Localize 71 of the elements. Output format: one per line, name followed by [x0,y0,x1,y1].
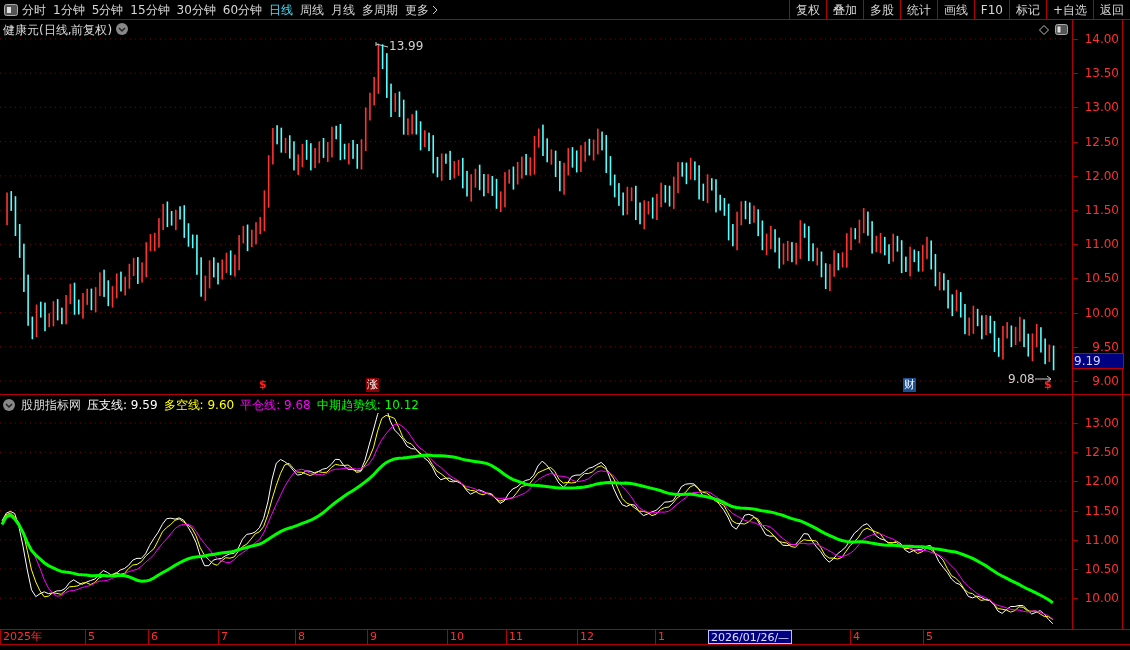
indicator-value: 平仓线: 9.68 [240,397,311,414]
axis-label: 10.50 [1084,562,1119,576]
panel-toggle-icon[interactable] [4,3,18,16]
toolbar-button[interactable]: 统计 [899,0,937,19]
period-tab[interactable]: 60分钟 [222,0,263,19]
price-tag: 9.19 [1072,353,1124,369]
period-tab[interactable]: 30分钟 [176,0,216,19]
marker: $ [1044,378,1052,392]
date-label: 6 [148,630,158,644]
axis-label: 14.00 [1084,32,1119,46]
toolbar-button[interactable]: +自选 [1045,0,1093,19]
indicator-value: 多空线: 9.60 [163,397,235,414]
date-label: 2026/01/26/— [708,630,793,644]
marker: 财 [903,378,916,392]
panel-toggle-icon[interactable] [1055,24,1068,35]
date-label: 5 [85,630,95,644]
date-label: 5 [923,630,933,644]
period-tab[interactable]: 15分钟 [130,0,170,19]
axis-label: 12.00 [1084,168,1119,183]
chart-title: 健康元(日线,前复权) [3,22,113,39]
toolbar-button[interactable]: 画线 [936,0,974,19]
dropdown-icon[interactable] [116,23,128,35]
period-tab[interactable]: 月线 [331,0,356,19]
axis-label: 11.50 [1084,503,1119,518]
period-tab[interactable]: 分时 [22,0,46,19]
date-label: 10 [447,630,464,644]
date-label: 12 [577,630,594,644]
chevron-icon [432,4,439,15]
indicator-value: 压支线: 9.59 [87,397,158,414]
date-label: 7 [218,630,228,644]
marker: $ [259,378,267,392]
toolbar-button[interactable]: F10 [973,0,1009,19]
date-label: 8 [295,630,305,644]
axis-label: 9.00 [1092,374,1119,388]
date-label: 11 [506,630,523,644]
axis-label: 11.50 [1084,203,1119,217]
diamond-icon[interactable] [1039,25,1049,35]
period-tab[interactable]: 多周期 [362,0,399,19]
period-tab[interactable]: 1分钟 [53,0,85,19]
axis-label: 12.00 [1084,474,1119,489]
marker: 涨 [366,378,379,392]
date-label: 1 [655,630,665,644]
date-label: 2025年 [0,630,42,644]
axis-label: 9.50 [1092,339,1119,354]
period-tab[interactable]: 周线 [300,0,325,19]
toolbar-button[interactable]: 返回 [1093,0,1130,19]
axis-label: 12.50 [1084,445,1119,460]
axis-label: 13.00 [1084,100,1119,115]
axis-label: 13.50 [1084,66,1119,81]
toolbar-button[interactable]: 标记 [1008,0,1046,19]
axis-label: 11.00 [1084,237,1119,252]
toolbar-button[interactable]: 多股 [862,0,900,19]
period-tab[interactable]: 日线 [269,0,294,19]
axis-label: 13.00 [1084,416,1119,430]
period-tab[interactable]: 5分钟 [91,0,124,19]
axis-label: 10.50 [1084,271,1119,286]
price-label: 9.08 [1008,371,1035,388]
axis-label: 12.50 [1084,134,1119,149]
leader-line [375,42,389,50]
date-label: 4 [850,630,860,644]
dropdown-icon[interactable] [3,399,15,411]
axis-label: 11.00 [1084,532,1119,547]
more-button[interactable]: 更多 [405,0,439,19]
axis-label: 10.00 [1084,591,1119,606]
price-label: 13.99 [389,38,424,55]
axis-label: 10.00 [1084,305,1119,320]
toolbar-button[interactable]: 复权 [788,0,826,19]
indicator-value: 中期趋势线: 10.12 [316,397,419,414]
indicator-name: 股朋指标网 [21,397,81,414]
toolbar-button[interactable]: 叠加 [825,0,863,19]
date-label: 9 [367,630,377,644]
